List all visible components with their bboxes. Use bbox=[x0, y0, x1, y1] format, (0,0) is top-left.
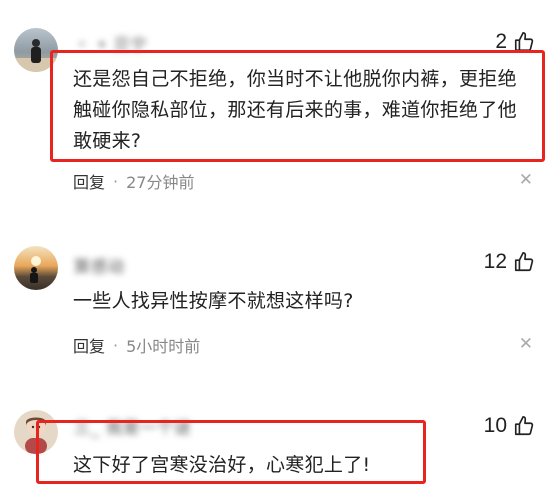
comment-text: 这下好了宫寒没治好，心寒犯上了! bbox=[73, 454, 371, 476]
avatar[interactable] bbox=[14, 410, 58, 454]
username[interactable]: 算感动 bbox=[74, 253, 125, 276]
thumbs-up-icon bbox=[513, 31, 535, 53]
timestamp: 27分钟前 bbox=[126, 173, 195, 192]
avatar[interactable] bbox=[14, 28, 58, 72]
like-button[interactable]: 2 bbox=[495, 30, 535, 54]
comment-text: 一些人找异性按摩不就想这样吗? bbox=[73, 290, 354, 312]
comment-text: 还是怨自己不拒绝，你当时不让他脱你内裤，更拒绝触碰你隐私部位，那还有后来的事，难… bbox=[73, 68, 517, 152]
comment-item: 算感动 12 一些人找异性按摩不就想这样吗? 回复 · 5小时时前 ✕ bbox=[0, 200, 549, 380]
close-icon[interactable]: ✕ bbox=[519, 334, 533, 354]
comment-meta: 回复 · 27分钟前 bbox=[73, 169, 194, 193]
thumbs-up-icon bbox=[513, 415, 535, 437]
like-button[interactable]: 10 bbox=[484, 414, 535, 438]
comment-item: ・ • 贝宁 2 还是怨自己不拒绝，你当时不让他脱你内裤，更拒绝触碰你隐私部位，… bbox=[0, 0, 549, 200]
like-count: 12 bbox=[483, 250, 507, 273]
reply-button[interactable]: 回复 bbox=[73, 333, 105, 357]
like-button[interactable]: 12 bbox=[484, 250, 535, 274]
username[interactable]: ・ • 贝宁 bbox=[74, 31, 148, 54]
separator-dot: · bbox=[113, 335, 119, 355]
username[interactable]: 三_ 我是一个谜 bbox=[74, 414, 191, 437]
comment-item: 三_ 我是一个谜 10 这下好了宫寒没治好，心寒犯上了! bbox=[0, 380, 549, 490]
like-count: 2 bbox=[495, 30, 507, 53]
timestamp: 5小时时前 bbox=[126, 337, 201, 356]
reply-button[interactable]: 回复 bbox=[73, 169, 105, 193]
comment-meta: 回复 · 5小时时前 bbox=[73, 333, 200, 357]
avatar[interactable] bbox=[14, 246, 58, 290]
separator-dot: · bbox=[113, 171, 119, 191]
like-count: 10 bbox=[483, 414, 507, 437]
close-icon[interactable]: ✕ bbox=[519, 170, 533, 190]
thumbs-up-icon bbox=[513, 251, 535, 273]
